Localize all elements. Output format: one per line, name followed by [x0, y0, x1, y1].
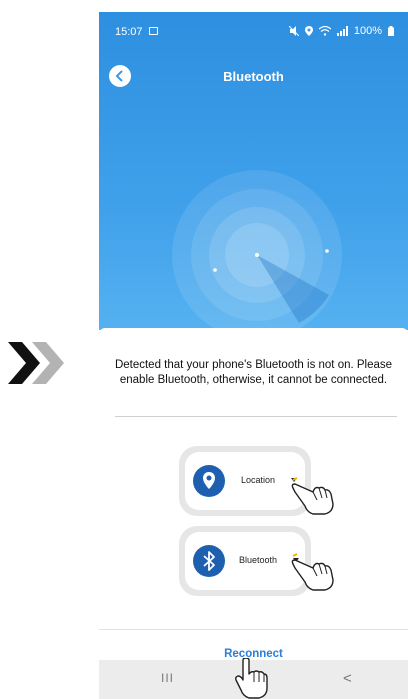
recents-button[interactable]: III	[161, 671, 174, 685]
tap-hand-icon	[291, 477, 334, 515]
location-pin-icon	[193, 465, 225, 497]
tap-hand-icon	[235, 658, 268, 699]
location-toggle[interactable]: Location	[185, 452, 305, 510]
bluetooth-toggle[interactable]: Bluetooth	[185, 532, 305, 590]
divider	[99, 629, 408, 630]
phone-screen: 15:07 100% Bluetooth Detected that your …	[99, 12, 408, 699]
system-back-button[interactable]: <	[343, 670, 352, 687]
location-label: Location	[241, 475, 276, 485]
bluetooth-warning-message: Detected that your phone's Bluetooth is …	[114, 359, 393, 386]
header: 15:07 100% Bluetooth	[99, 12, 408, 330]
bluetooth-icon	[193, 545, 225, 577]
bluetooth-label: Bluetooth	[239, 555, 278, 565]
radar-icon	[172, 170, 342, 330]
double-chevron-icon	[8, 342, 64, 384]
tap-hand-icon	[291, 553, 334, 591]
divider	[115, 416, 397, 417]
bluetooth-dialog: Detected that your phone's Bluetooth is …	[99, 328, 408, 699]
